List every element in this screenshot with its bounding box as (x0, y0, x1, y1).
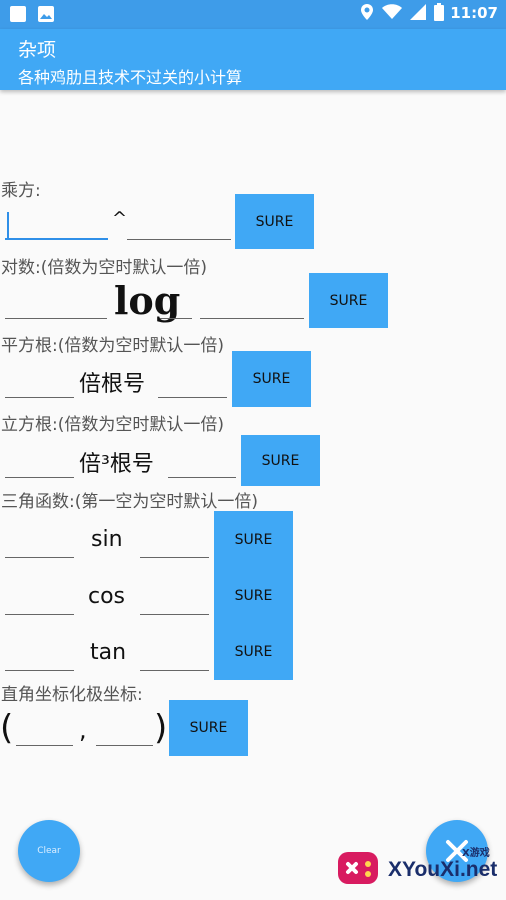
log-argument-input[interactable] (200, 287, 304, 319)
polar-close-paren: ) (154, 708, 168, 748)
cbrt-argument-input[interactable] (168, 446, 236, 478)
sqrt-label: 平方根:(倍数为空时默认一倍) (1, 336, 224, 356)
polar-y-input[interactable] (96, 714, 153, 746)
log-label: 对数:(倍数为空时默认一倍) (1, 258, 207, 278)
watermark: X游戏 XYouXi.net (336, 840, 504, 894)
cos-argument-input[interactable] (140, 583, 209, 615)
location-icon (360, 3, 374, 25)
watermark-text: XYouXi.net (388, 858, 498, 881)
polar-comma: , (79, 716, 87, 744)
power-base-input[interactable] (5, 208, 108, 240)
polar-x-input[interactable] (16, 714, 73, 746)
tan-multiplier-input[interactable] (5, 639, 74, 671)
polar-sure-button[interactable]: SURE (169, 700, 248, 756)
power-sure-button[interactable]: SURE (235, 194, 314, 249)
polar-label: 直角坐标化极坐标: (1, 685, 143, 705)
cbrt-sure-button[interactable]: SURE (241, 435, 320, 486)
signal-icon (410, 4, 426, 24)
app-bar: 杂项 各种鸡肋且技术不过关的小计算 (0, 29, 506, 90)
power-operator: ^ (112, 208, 128, 229)
tan-argument-input[interactable] (140, 639, 209, 671)
tan-sure-button[interactable]: SURE (214, 624, 293, 680)
log-base-input[interactable] (160, 287, 192, 319)
log-multiplier-input[interactable] (5, 287, 107, 319)
trig-label: 三角函数:(第一空为空时默认一倍) (1, 492, 258, 512)
cbrt-label: 立方根:(倍数为空时默认一倍) (1, 415, 224, 435)
sin-multiplier-input[interactable] (5, 526, 74, 558)
sqrt-argument-input[interactable] (158, 366, 227, 398)
cos-multiplier-input[interactable] (5, 583, 74, 615)
cos-sure-button[interactable]: SURE (214, 568, 293, 624)
cbrt-multiplier-input[interactable] (5, 446, 74, 478)
page-title: 杂项 (18, 39, 57, 61)
watermark-small-text: X游戏 (462, 848, 490, 859)
text-cursor (7, 212, 9, 238)
sqrt-multiplier-input[interactable] (5, 366, 74, 398)
status-icons (360, 3, 444, 25)
clear-fab[interactable]: Clear (18, 820, 80, 882)
wifi-icon (382, 4, 402, 24)
app-notification-icon (10, 6, 26, 22)
cbrt-operator: 倍³根号 (79, 452, 154, 477)
battery-icon (434, 3, 444, 25)
sin-argument-input[interactable] (140, 526, 209, 558)
sin-function-label: sin (91, 527, 123, 552)
image-notification-icon (38, 6, 54, 22)
polar-open-paren: ( (0, 708, 14, 748)
sin-sure-button[interactable]: SURE (214, 511, 293, 568)
status-time: 11:07 (450, 4, 498, 22)
page-subtitle: 各种鸡肋且技术不过关的小计算 (18, 68, 243, 87)
gamepad-logo-icon (338, 852, 378, 884)
sqrt-operator: 倍根号 (79, 372, 146, 397)
log-sure-button[interactable]: SURE (309, 273, 388, 328)
power-label: 乘方: (1, 181, 41, 201)
sqrt-sure-button[interactable]: SURE (232, 351, 311, 407)
cos-function-label: cos (88, 584, 126, 609)
power-exponent-input[interactable] (127, 208, 231, 240)
status-bar: 11:07 (0, 0, 506, 29)
tan-function-label: tan (90, 640, 127, 665)
